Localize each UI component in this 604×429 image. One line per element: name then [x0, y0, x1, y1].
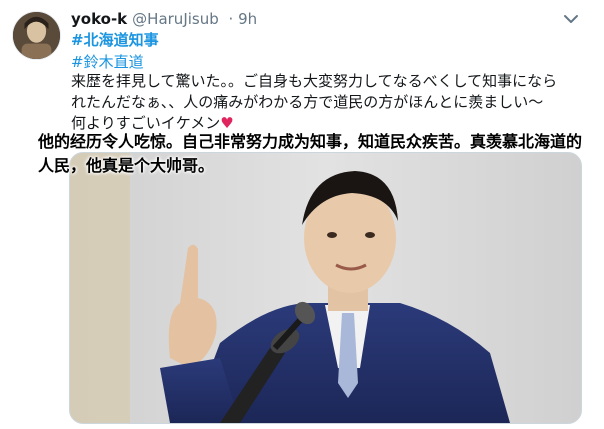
- hashtag-link[interactable]: #鈴木直道: [71, 52, 144, 72]
- timestamp[interactable]: · 9h: [229, 10, 258, 28]
- avatar[interactable]: [12, 11, 61, 60]
- tweet-photo[interactable]: [69, 152, 582, 424]
- tweet-text-line: れたんだなぁ、、人の痛みがわかる方で道民の方がほんとに羨ましい〜: [71, 93, 544, 111]
- tweet-header: yoko-k @HaruJisub · 9h: [71, 9, 257, 29]
- tweet-card: yoko-k @HaruJisub · 9h #北海道知事 #鈴木直道 来歴を拝見…: [0, 0, 604, 429]
- tweet-text: 来歴を拝見して驚いた。。ご自身も大変努力してなるべくして知事になら れたんだなぁ…: [71, 71, 591, 134]
- display-name[interactable]: yoko-k: [71, 10, 127, 28]
- caption-line: 人民，他真是个大帅哥。: [38, 156, 215, 175]
- hashtag-link[interactable]: #北海道知事: [71, 30, 159, 50]
- caption-line: 他的经历令人吃惊。自己非常努力成为知事，知道民众疾苦。真羡慕北海道的: [38, 132, 583, 151]
- tweet-text-line: 来歴を拝見して驚いた。。ご自身も大変努力してなるべくして知事になら: [71, 72, 558, 90]
- user-handle[interactable]: @HaruJisub: [132, 10, 219, 28]
- chevron-down-icon[interactable]: [562, 12, 580, 26]
- image-caption-overlay: 他的经历令人吃惊。自己非常努力成为知事，知道民众疾苦。真羡慕北海道的 人民，他真…: [38, 130, 598, 178]
